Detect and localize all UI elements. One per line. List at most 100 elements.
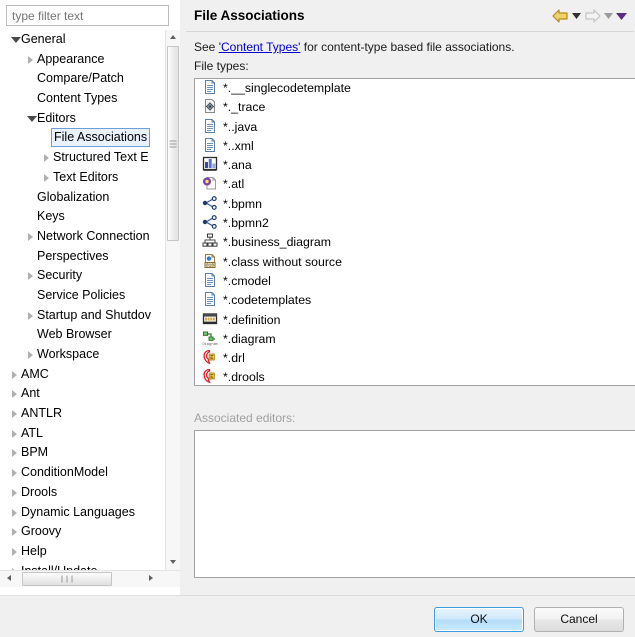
file-type-row[interactable]: *.atl [195, 175, 635, 194]
tree-expand-arrow-right-icon[interactable] [10, 483, 21, 503]
sidebar-item-perspectives[interactable]: Perspectives [0, 247, 180, 267]
scroll-up-arrow-icon[interactable] [166, 30, 180, 45]
sidebar-item-antlr[interactable]: ANTLR [0, 404, 180, 424]
tree-expand-arrow-right-icon[interactable] [10, 522, 21, 542]
tree-expand-arrow-right-icon[interactable] [10, 424, 21, 444]
cancel-button[interactable]: Cancel [534, 607, 624, 632]
preferences-tree[interactable]: General Appearance Compare/Patch Content Ty… [0, 30, 180, 570]
file-type-label: *.drl [223, 351, 245, 366]
sidebar-item-groovy[interactable]: Groovy [0, 522, 180, 542]
sidebar-item-atl[interactable]: ATL [0, 424, 180, 444]
sidebar-item-editors[interactable]: Editors [0, 109, 180, 129]
sidebar-item-startup-and-shutdov[interactable]: Startup and Shutdov [0, 306, 180, 326]
node-graph-icon [202, 195, 218, 211]
tree-expand-arrow-right-icon[interactable] [10, 542, 21, 562]
tree-expand-arrow-down-icon[interactable] [26, 109, 37, 129]
file-type-row[interactable]: *.definition [195, 311, 635, 330]
tree-expand-arrow-right-icon[interactable] [10, 443, 21, 463]
sidebar-item-conditionmodel[interactable]: ConditionModel [0, 463, 180, 483]
tree-expand-arrow-right-icon[interactable] [26, 306, 37, 326]
sidebar-item-bpm[interactable]: BPM [0, 443, 180, 463]
tree-expand-arrow-right-icon[interactable] [10, 562, 21, 570]
sidebar-item-text-editors[interactable]: Text Editors [0, 168, 180, 188]
sidebar-item-label: Web Browser [37, 327, 112, 342]
preferences-tree-panel: General Appearance Compare/Patch Content Ty… [0, 0, 180, 595]
tree-vertical-scrollbar[interactable] [165, 30, 180, 570]
scroll-right-arrow-icon[interactable] [144, 571, 160, 587]
page-menu-chevron-down-icon[interactable] [616, 12, 627, 20]
tree-horizontal-scrollbar[interactable] [0, 570, 180, 587]
file-type-row[interactable]: *.ana [195, 156, 635, 175]
file-type-row[interactable]: *.bpmn [195, 195, 635, 214]
tree-expand-arrow-right-icon[interactable] [26, 266, 37, 286]
sidebar-item-amc[interactable]: AMC [0, 365, 180, 385]
sidebar-item-general[interactable]: General [0, 30, 180, 50]
sidebar-item-label: Perspectives [37, 248, 109, 263]
ok-button[interactable]: OK [434, 607, 524, 632]
file-type-row[interactable]: *.__singlecodetemplate [195, 79, 635, 98]
file-types-list[interactable]: *.__singlecodetemplate *._trace *..java *..… [194, 78, 635, 386]
sidebar-item-drools[interactable]: Drools [0, 483, 180, 503]
tree-hscroll-thumb[interactable] [22, 572, 112, 586]
tree-expand-arrow-right-icon[interactable] [10, 503, 21, 523]
content-types-link[interactable]: 'Content Types' [219, 40, 301, 54]
file-type-row[interactable]: *.bpmn2 [195, 214, 635, 233]
tree-expand-arrow-right-icon[interactable] [26, 227, 37, 247]
tree-expand-arrow-right-icon[interactable] [42, 168, 53, 188]
tree-expand-arrow-right-icon[interactable] [42, 148, 53, 168]
back-arrow-icon[interactable] [552, 9, 569, 23]
file-type-row[interactable]: *.drools [195, 368, 635, 385]
sidebar-item-web-browser[interactable]: Web Browser [0, 325, 180, 345]
file-type-row[interactable]: *..java [195, 118, 635, 137]
filter-input[interactable] [6, 5, 169, 26]
sidebar-item-service-policies[interactable]: Service Policies [0, 286, 180, 306]
tree-expand-arrow-right-icon[interactable] [10, 365, 21, 385]
tree-expand-arrow-right-icon[interactable] [10, 384, 21, 404]
sidebar-item-workspace[interactable]: Workspace [0, 345, 180, 365]
scroll-down-arrow-icon[interactable] [166, 555, 180, 570]
file-associations-page: File Associations See 'Content Types' fo… [185, 0, 635, 595]
file-type-row[interactable]: *.cmodel [195, 272, 635, 291]
file-type-row[interactable]: *.drl [195, 349, 635, 368]
drools-icon [202, 349, 218, 365]
tree-expand-arrow-down-icon[interactable] [10, 30, 21, 50]
file-type-row[interactable]: *.business_diagram [195, 233, 635, 252]
sidebar-item-help[interactable]: Help [0, 542, 180, 562]
file-type-row[interactable]: 010 *.class without source [195, 253, 635, 272]
tree-expand-arrow-right-icon[interactable] [10, 404, 21, 424]
tree-scroll-thumb[interactable] [167, 46, 179, 241]
sidebar-item-ant[interactable]: Ant [0, 384, 180, 404]
document-icon [202, 272, 218, 288]
file-type-row[interactable]: *._trace [195, 98, 635, 117]
sidebar-item-install-update[interactable]: Install/Update [0, 562, 180, 570]
tree-expand-arrow-right-icon[interactable] [10, 463, 21, 483]
sidebar-item-label: Compare/Patch [37, 71, 124, 86]
scroll-left-arrow-icon[interactable] [2, 571, 18, 587]
sidebar-item-keys[interactable]: Keys [0, 207, 180, 227]
file-type-row[interactable]: Diagram *.diagram [195, 330, 635, 349]
file-type-row[interactable]: *..xml [195, 137, 635, 156]
sidebar-item-appearance[interactable]: Appearance [0, 50, 180, 70]
sidebar-item-security[interactable]: Security [0, 266, 180, 286]
back-menu-chevron-down-icon[interactable] [572, 13, 581, 19]
associated-editors-list[interactable] [194, 430, 635, 578]
sidebar-item-structured-text-e[interactable]: Structured Text E [0, 148, 180, 168]
file-type-label: *..xml [223, 138, 254, 153]
file-type-label: *.diagram [223, 331, 276, 346]
sidebar-item-compare-patch[interactable]: Compare/Patch [0, 69, 180, 89]
tree-expand-arrow-right-icon[interactable] [26, 345, 37, 365]
sidebar-item-content-types[interactable]: Content Types [0, 89, 180, 109]
sidebar-item-label: Structured Text E [53, 150, 149, 165]
file-type-label: *.bpmn2 [223, 216, 269, 231]
tree-expand-arrow-right-icon[interactable] [26, 50, 37, 70]
sidebar-item-file-associations[interactable]: File Associations [0, 128, 180, 148]
sidebar-item-network-connection[interactable]: Network Connection [0, 227, 180, 247]
sidebar-item-globalization[interactable]: Globalization [0, 188, 180, 208]
sidebar-item-dynamic-languages[interactable]: Dynamic Languages [0, 503, 180, 523]
file-type-row[interactable]: *.codetemplates [195, 291, 635, 310]
